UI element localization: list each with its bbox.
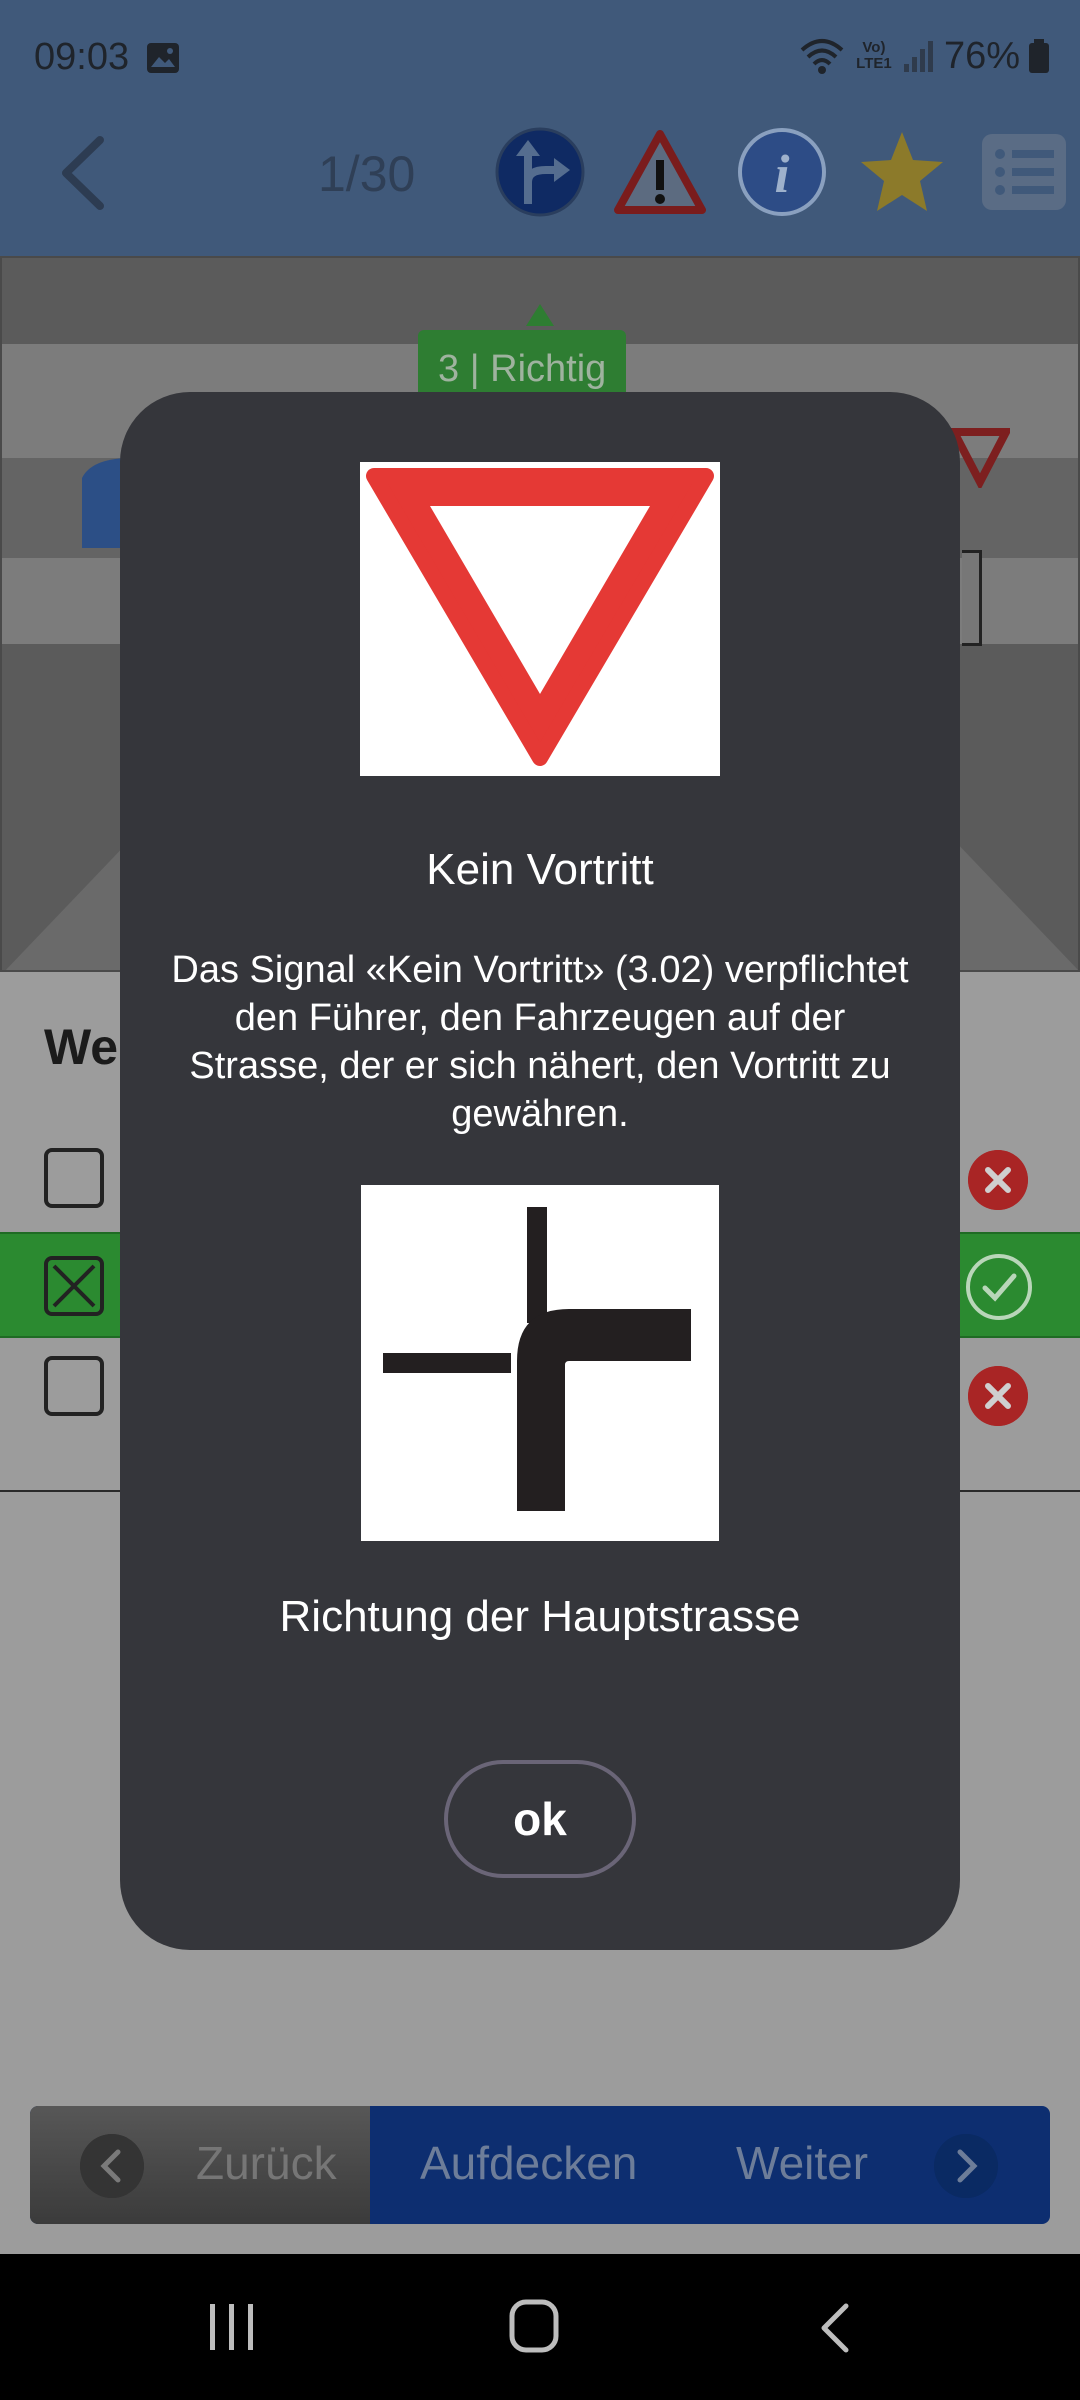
chevron-left-icon [80, 2134, 144, 2198]
home-icon[interactable] [508, 2298, 560, 2354]
correct-icon [966, 1254, 1032, 1320]
warning-icon[interactable] [614, 126, 706, 218]
previous-button[interactable]: Zurück [30, 2106, 370, 2224]
answer-checkbox[interactable] [44, 1148, 104, 1208]
reveal-button[interactable]: Aufdecken [420, 2136, 637, 2190]
bottom-navigation: Zurück Aufdecken Weiter [30, 2106, 1050, 2224]
signal-icon [903, 41, 933, 72]
svg-text:i: i [774, 144, 789, 204]
result-pointer [526, 304, 554, 326]
network-label: Vo) LTE1 [856, 39, 892, 72]
ok-button[interactable]: ok [444, 1760, 636, 1878]
chevron-right-icon[interactable] [934, 2134, 998, 2198]
star-icon[interactable] [856, 126, 948, 218]
gallery-icon [147, 43, 179, 73]
previous-label: Zurück [196, 2137, 337, 2189]
next-button[interactable]: Weiter [736, 2136, 868, 2190]
answer-checkbox[interactable] [44, 1356, 104, 1416]
wrong-icon [968, 1150, 1028, 1210]
battery-icon [1029, 39, 1049, 73]
wrong-icon [968, 1366, 1028, 1426]
answer-checkbox-checked[interactable] [44, 1256, 104, 1316]
back-icon[interactable] [816, 2302, 856, 2354]
list-icon[interactable] [978, 126, 1070, 218]
status-time: 09:03 [34, 36, 130, 78]
question-text: We [44, 1019, 119, 1075]
back-icon[interactable] [52, 128, 112, 218]
scene-ground-left [5, 838, 132, 970]
road-direction-icon[interactable] [494, 126, 586, 218]
battery-percent: 76% [943, 34, 1020, 77]
scene-ground-right [952, 838, 1078, 970]
dialog-description: Das Signal «Kein Vortritt» (3.02) verpfl… [171, 949, 909, 1135]
recent-apps-icon[interactable] [204, 2302, 260, 2352]
info-icon[interactable]: i [736, 126, 828, 218]
status-indicators: Vo) LTE1 76% [798, 34, 1050, 78]
dialog-subtitle: Richtung der Hauptstrasse [279, 1592, 801, 1641]
main-road-direction-sign-icon [361, 1185, 719, 1541]
wifi-icon [800, 39, 844, 74]
result-badge: 3 | Richtig [418, 330, 627, 400]
dialog-title: Kein Vortritt [426, 845, 654, 894]
question-counter: 1/30 [318, 146, 416, 202]
scene-sign-post [962, 550, 982, 646]
system-navigation-bar [0, 2254, 1080, 2400]
status-bar: 09:03 Vo) LTE1 76% [0, 0, 1080, 120]
yield-sign-icon [360, 462, 720, 776]
